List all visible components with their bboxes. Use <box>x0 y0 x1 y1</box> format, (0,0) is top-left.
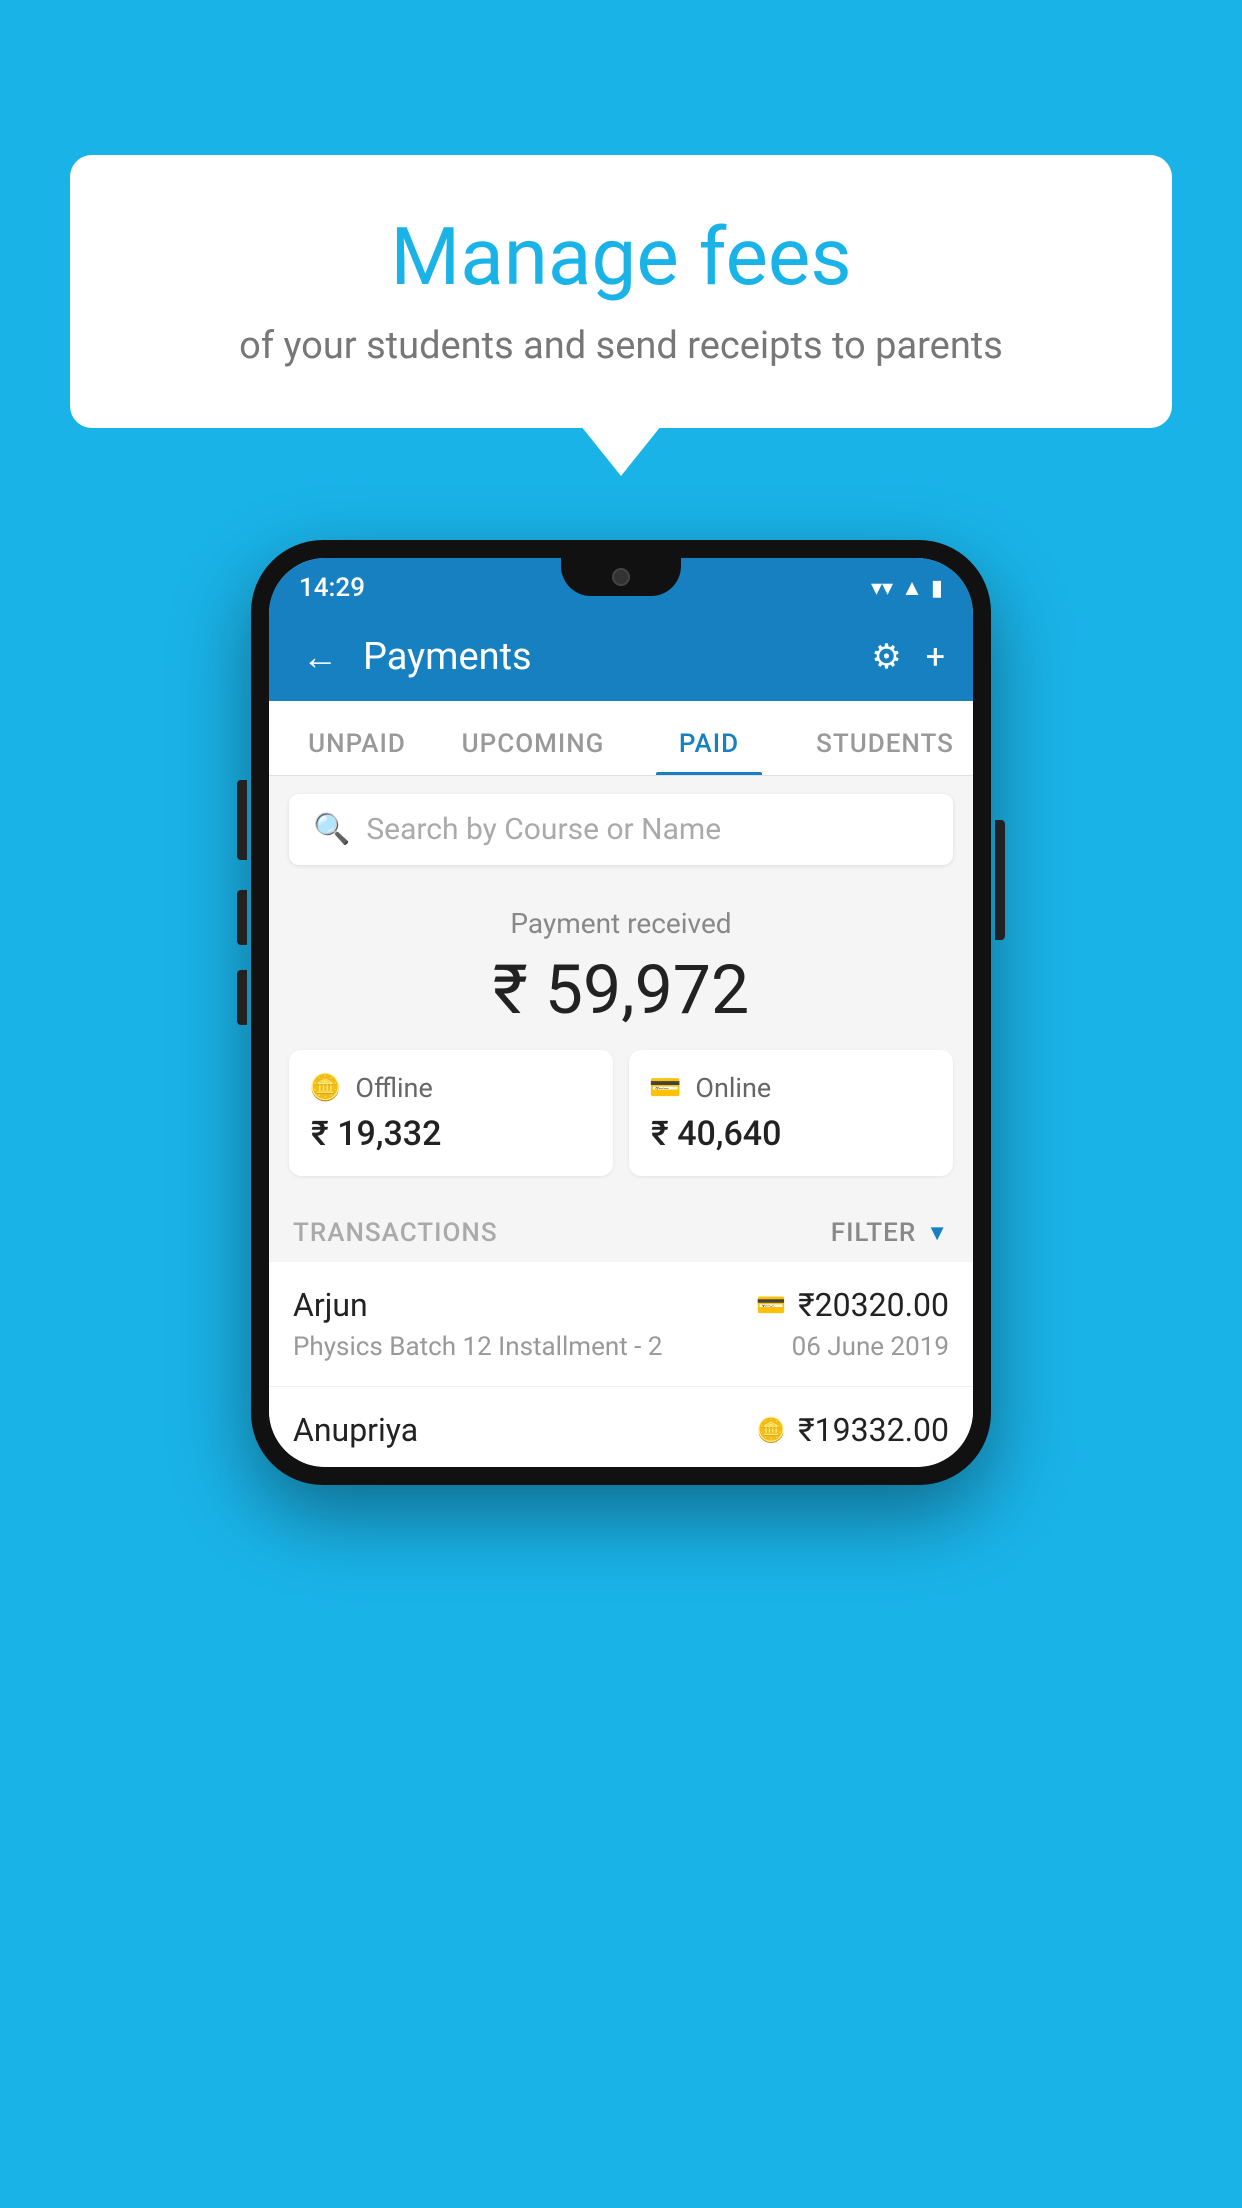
transaction-name: Arjun <box>293 1286 368 1324</box>
cash-payment-icon: 🪙 <box>756 1416 786 1444</box>
offline-icon: 🪙 <box>309 1073 341 1103</box>
transaction-amount: ₹19332.00 <box>798 1411 949 1449</box>
transaction-course: Physics Batch 12 Installment - 2 <box>293 1332 662 1362</box>
search-icon: 🔍 <box>313 812 350 847</box>
tabs-bar: UNPAID UPCOMING PAID STUDENTS <box>269 701 973 776</box>
transaction-top: Anupriya 🪙 ₹19332.00 <box>293 1411 949 1449</box>
online-card: 💳 Online ₹ 40,640 <box>629 1050 953 1176</box>
transaction-amount-area: 💳 ₹20320.00 <box>756 1286 949 1324</box>
payment-summary: Payment received ₹ 59,972 🪙 Offline ₹ 19… <box>269 883 973 1196</box>
transactions-header: TRANSACTIONS FILTER ▼ <box>269 1196 973 1262</box>
status-time: 14:29 <box>299 573 365 603</box>
payment-cards: 🪙 Offline ₹ 19,332 💳 Online ₹ 40,640 <box>289 1050 953 1176</box>
phone-outer: 14:29 ▾▾ ▲ ▮ ← Payments ⚙ + UNPAID UPC <box>251 540 991 1485</box>
table-row[interactable]: Arjun 💳 ₹20320.00 Physics Batch 12 Insta… <box>269 1262 973 1387</box>
filter-icon: ▼ <box>926 1220 949 1246</box>
battery-icon: ▮ <box>931 576 943 601</box>
transaction-name: Anupriya <box>293 1411 418 1449</box>
offline-card-header: 🪙 Offline <box>309 1072 593 1104</box>
offline-amount: ₹ 19,332 <box>309 1114 593 1154</box>
camera-dot <box>612 568 630 586</box>
transaction-bottom: Physics Batch 12 Installment - 2 06 June… <box>293 1332 949 1362</box>
speech-bubble: Manage fees of your students and send re… <box>70 155 1172 428</box>
page-title: Payments <box>363 635 851 679</box>
signal-icon: ▲ <box>901 575 923 601</box>
transaction-amount: ₹20320.00 <box>798 1286 949 1324</box>
phone-container: 14:29 ▾▾ ▲ ▮ ← Payments ⚙ + UNPAID UPC <box>251 540 991 1485</box>
transaction-top: Arjun 💳 ₹20320.00 <box>293 1286 949 1324</box>
total-amount: ₹ 59,972 <box>289 950 953 1030</box>
table-row[interactable]: Anupriya 🪙 ₹19332.00 <box>269 1387 973 1467</box>
transaction-amount-area: 🪙 ₹19332.00 <box>756 1411 949 1449</box>
search-input[interactable]: Search by Course or Name <box>366 812 721 847</box>
header-actions: ⚙ + <box>871 637 945 677</box>
tab-unpaid[interactable]: UNPAID <box>269 729 445 775</box>
offline-card: 🪙 Offline ₹ 19,332 <box>289 1050 613 1176</box>
app-header: ← Payments ⚙ + <box>269 613 973 701</box>
transaction-date: 06 June 2019 <box>792 1332 949 1362</box>
settings-button[interactable]: ⚙ <box>871 637 901 677</box>
filter-button[interactable]: FILTER ▼ <box>831 1218 949 1248</box>
tab-paid[interactable]: PAID <box>621 729 797 775</box>
tab-students[interactable]: STUDENTS <box>797 729 973 775</box>
online-label: Online <box>695 1072 771 1104</box>
phone-screen: 14:29 ▾▾ ▲ ▮ ← Payments ⚙ + UNPAID UPC <box>269 558 973 1467</box>
offline-label: Offline <box>355 1072 432 1104</box>
speech-bubble-container: Manage fees of your students and send re… <box>70 155 1172 428</box>
back-button[interactable]: ← <box>297 631 343 683</box>
tab-upcoming[interactable]: UPCOMING <box>445 729 621 775</box>
status-icons: ▾▾ ▲ ▮ <box>871 575 943 601</box>
search-box[interactable]: 🔍 Search by Course or Name <box>289 794 953 865</box>
payment-received-label: Payment received <box>289 907 953 940</box>
bubble-subtitle: of your students and send receipts to pa… <box>130 324 1112 368</box>
card-payment-icon: 💳 <box>756 1291 786 1319</box>
notch <box>561 558 681 596</box>
search-area: 🔍 Search by Course or Name <box>269 776 973 883</box>
filter-label: FILTER <box>831 1218 916 1248</box>
bubble-title: Manage fees <box>130 210 1112 304</box>
transactions-label: TRANSACTIONS <box>293 1218 498 1248</box>
add-button[interactable]: + <box>926 637 945 677</box>
online-card-header: 💳 Online <box>649 1072 933 1104</box>
wifi-icon: ▾▾ <box>871 576 893 601</box>
online-amount: ₹ 40,640 <box>649 1114 933 1154</box>
online-icon: 💳 <box>649 1073 681 1103</box>
